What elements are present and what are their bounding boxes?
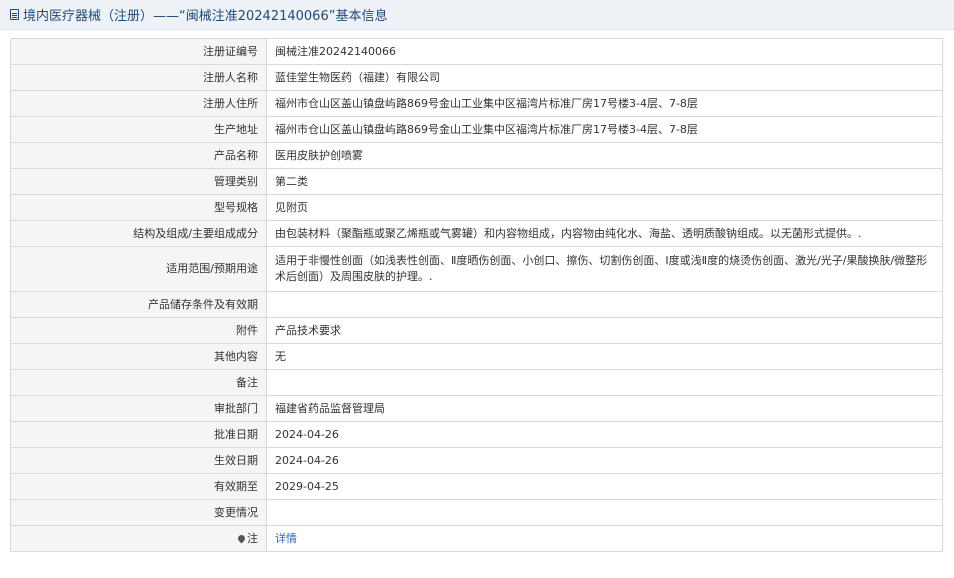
row-value [266, 499, 943, 526]
row-label: 产品名称 [10, 142, 267, 169]
table-row: 适用范围/预期用途 适用于非慢性创面（如浅表性创面、Ⅱ度晒伤创面、小创口、擦伤、切… [10, 246, 943, 292]
table-row: 生效日期 2024-04-26 [10, 447, 943, 474]
row-label: 变更情况 [10, 499, 267, 526]
row-value: 2024-04-26 [266, 421, 943, 448]
row-value [266, 291, 943, 318]
note-label-cell: 注 [10, 525, 267, 552]
row-label: 结构及组成/主要组成成分 [10, 220, 267, 247]
row-value: 福州市仓山区盖山镇盘屿路869号金山工业集中区福湾片标准厂房17号楼3-4层、7… [266, 116, 943, 143]
row-label: 其他内容 [10, 343, 267, 370]
row-value: 医用皮肤护创喷雾 [266, 142, 943, 169]
table-row: 附件 产品技术要求 [10, 317, 943, 344]
details-link[interactable]: 详情 [275, 532, 297, 545]
table-row: 结构及组成/主要组成成分 由包装材料（聚酯瓶或聚乙烯瓶或气雾罐）和内容物组成，内容… [10, 220, 943, 247]
row-label: 管理类别 [10, 168, 267, 195]
row-value: 无 [266, 343, 943, 370]
table-row-note: 注 详情 [10, 525, 943, 552]
document-icon [10, 9, 19, 20]
row-value: 蓝佳堂生物医药（福建）有限公司 [266, 64, 943, 91]
row-label: 注册人名称 [10, 64, 267, 91]
row-value: 由包装材料（聚酯瓶或聚乙烯瓶或气雾罐）和内容物组成，内容物由纯化水、海盐、透明质… [266, 220, 943, 247]
table-row: 注册证编号 闽械注准20242140066 [10, 38, 943, 65]
table-row: 生产地址 福州市仓山区盖山镇盘屿路869号金山工业集中区福湾片标准厂房17号楼3-… [10, 116, 943, 143]
row-label: 生产地址 [10, 116, 267, 143]
table-row: 注册人名称 蓝佳堂生物医药（福建）有限公司 [10, 64, 943, 91]
row-label: 批准日期 [10, 421, 267, 448]
row-label: 注册人住所 [10, 90, 267, 117]
note-label: 注 [247, 531, 258, 545]
row-value: 第二类 [266, 168, 943, 195]
row-label: 型号规格 [10, 194, 267, 221]
page-header: 境内医疗器械（注册）——“闽械注准20242140066”基本信息 [0, 0, 954, 30]
table-row: 产品名称 医用皮肤护创喷雾 [10, 142, 943, 169]
row-label: 适用范围/预期用途 [10, 246, 267, 292]
row-label: 审批部门 [10, 395, 267, 422]
row-label: 生效日期 [10, 447, 267, 474]
table-row: 型号规格 见附页 [10, 194, 943, 221]
row-value: 适用于非慢性创面（如浅表性创面、Ⅱ度晒伤创面、小创口、擦伤、切割伤创面、Ⅰ度或浅… [266, 246, 943, 292]
row-label: 注册证编号 [10, 38, 267, 65]
row-label: 备注 [10, 369, 267, 396]
row-value: 2029-04-25 [266, 473, 943, 500]
table-row: 产品储存条件及有效期 [10, 291, 943, 318]
row-value: 福建省药品监督管理局 [266, 395, 943, 422]
page-title: 境内医疗器械（注册）——“闽械注准20242140066”基本信息 [23, 9, 388, 24]
table-row: 审批部门 福建省药品监督管理局 [10, 395, 943, 422]
table-row: 有效期至 2029-04-25 [10, 473, 943, 500]
row-value [266, 369, 943, 396]
row-value: 见附页 [266, 194, 943, 221]
info-table: 注册证编号 闽械注准20242140066 注册人名称 蓝佳堂生物医药（福建）有限公… [10, 38, 943, 552]
row-label: 有效期至 [10, 473, 267, 500]
row-label: 附件 [10, 317, 267, 344]
table-row: 其他内容无 [10, 343, 943, 370]
row-value: 产品技术要求 [266, 317, 943, 344]
table-row: 备注 [10, 369, 943, 396]
info-table-container: 注册证编号 闽械注准20242140066 注册人名称 蓝佳堂生物医药（福建）有限公… [10, 38, 943, 552]
row-value: 闽械注准20242140066 [266, 38, 943, 65]
pin-icon [236, 533, 247, 543]
row-value: 福州市仓山区盖山镇盘屿路869号金山工业集中区福湾片标准厂房17号楼3-4层、7… [266, 90, 943, 117]
table-row: 变更情况 [10, 499, 943, 526]
table-row: 管理类别 第二类 [10, 168, 943, 195]
note-value-cell: 详情 [266, 525, 943, 552]
row-label: 产品储存条件及有效期 [10, 291, 267, 318]
table-row: 批准日期 2024-04-26 [10, 421, 943, 448]
table-row: 注册人住所 福州市仓山区盖山镇盘屿路869号金山工业集中区福湾片标准厂房17号楼3… [10, 90, 943, 117]
row-value: 2024-04-26 [266, 447, 943, 474]
